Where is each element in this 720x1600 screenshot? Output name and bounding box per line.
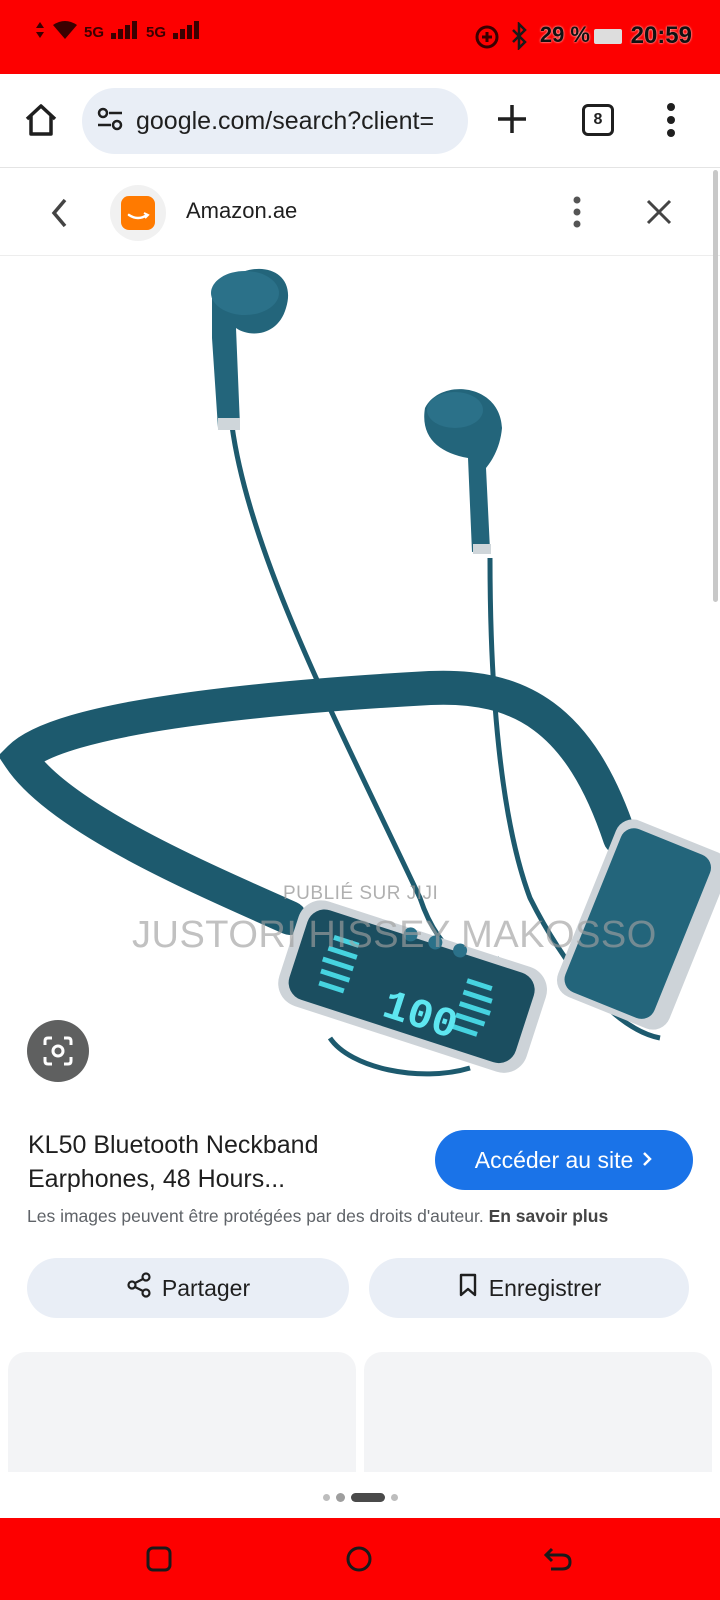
recent-apps-icon[interactable] [145,1545,173,1578]
address-bar[interactable]: google.com/search?client= [82,88,468,154]
save-label: Enregistrer [488,1274,602,1301]
carousel-dot [390,1493,398,1501]
browser-toolbar: google.com/search?client= 8 [0,74,720,168]
network-type-2: 5G [146,24,167,41]
product-image[interactable]: 100 PUBLIÉ SUR JIJI JUSTORI HISSEY MAKOS… [0,258,720,1108]
result-title[interactable]: KL50 Bluetooth Neckband Earphones, 48 Ho… [28,1128,418,1196]
bluetooth-icon [510,20,528,55]
neckband-earphones-image: 100 [0,268,720,1077]
back-nav-icon[interactable] [543,1545,573,1578]
source-favicon [110,185,166,241]
share-label: Partager [161,1274,251,1301]
copyright-text: Les images peuvent être protégées par de… [27,1206,484,1226]
source-name: Amazon.ae [186,198,298,223]
watermark-small: PUBLIÉ SUR JIJI [283,883,439,904]
related-card[interactable] [8,1352,356,1472]
carousel-dot [322,1493,330,1501]
battery-icon [594,29,622,44]
visit-site-label: Accéder au site [474,1146,634,1173]
learn-more-link[interactable]: En savoir plus [489,1206,609,1226]
url-text: google.com/search?client= [136,106,435,135]
clock: 20:59 [630,22,692,49]
carousel-indicator [0,1490,720,1504]
tab-switcher-button[interactable]: 8 [582,104,614,136]
share-button[interactable]: Partager [27,1258,349,1318]
google-lens-button[interactable] [27,1020,89,1082]
carousel-dot [335,1492,345,1502]
back-icon[interactable] [48,196,72,235]
copyright-notice: Les images peuvent être protégées par de… [27,1206,608,1227]
bookmark-icon [457,1272,479,1304]
save-button[interactable]: Enregistrer [369,1258,689,1318]
chevron-right-icon [641,1147,653,1174]
scrollbar[interactable] [713,170,718,602]
signal-bars-2-icon [172,20,202,45]
data-arrows-icon [34,20,46,45]
site-settings-icon[interactable] [96,106,124,137]
signal-indicators: 5G 5G [34,20,202,45]
source-menu-icon[interactable] [572,195,582,234]
close-icon[interactable] [644,197,674,232]
home-nav-icon[interactable] [345,1545,373,1578]
carousel-dot-active [350,1492,385,1502]
lens-icon [42,1035,74,1072]
amazon-logo-icon [121,196,155,230]
system-navigation-bar [0,1518,720,1600]
visit-site-button[interactable]: Accéder au site [435,1130,693,1190]
related-card[interactable] [364,1352,712,1472]
home-icon[interactable] [22,101,60,144]
source-header: Amazon.ae [0,170,720,256]
network-type-1: 5G [84,24,105,41]
status-bar: 5G 5G 29 % 20:59 [0,0,720,74]
data-saver-icon [474,24,500,55]
watermark-large: JUSTORI HISSEY MAKOSSO [132,914,657,956]
share-icon [126,1272,152,1304]
more-options-icon[interactable] [666,102,676,143]
signal-bars-1-icon [110,20,140,45]
battery-percent: 29 % [539,22,590,47]
wifi-icon [52,20,78,45]
new-tab-icon[interactable] [495,102,529,141]
